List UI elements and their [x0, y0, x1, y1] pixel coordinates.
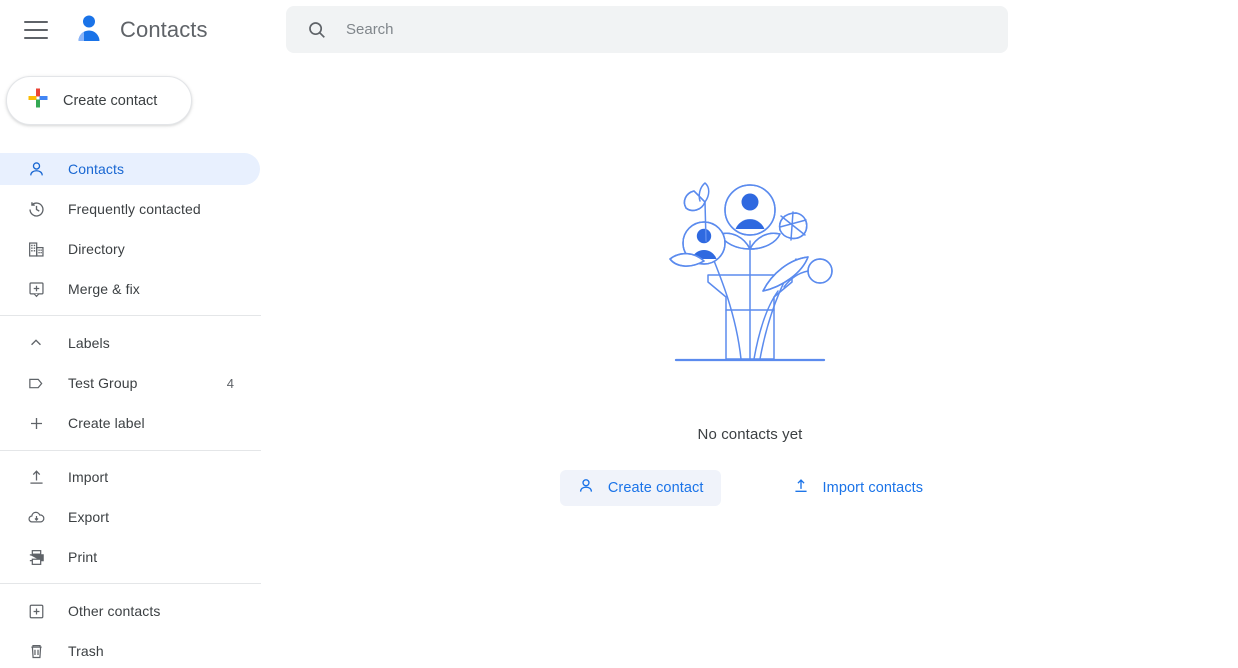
- cloud-download-icon: [26, 507, 46, 527]
- sidebar-item-label: Other contacts: [68, 603, 161, 619]
- label-tag-icon: [26, 373, 46, 393]
- sidebar-item-label: Merge & fix: [68, 281, 140, 297]
- empty-state-title: No contacts yet: [697, 425, 803, 443]
- app-header: Contacts: [0, 0, 262, 60]
- contacts-app: Contacts Create contact Contacts Frequen…: [0, 0, 1238, 668]
- create-contact-button-label: Create contact: [63, 92, 158, 109]
- search-bar[interactable]: [286, 6, 1008, 53]
- sidebar-item-label: Print: [68, 549, 98, 565]
- person-add-icon: [577, 477, 595, 498]
- create-contact-action-button[interactable]: Create contact: [559, 469, 721, 506]
- sidebar-item-label: Trash: [68, 643, 104, 659]
- brand: Contacts: [72, 11, 208, 50]
- sidebar-item-print[interactable]: Print: [0, 541, 260, 573]
- sidebar-item-frequently-contacted[interactable]: Frequently contacted: [0, 193, 260, 225]
- other-contacts-icon: [26, 601, 46, 621]
- sidebar-item-label: Import: [68, 469, 109, 485]
- sidebar-item-label: Create label: [68, 415, 145, 431]
- sidebar-item-label: Test Group: [68, 375, 138, 391]
- sidebar-item-count: 4: [226, 375, 234, 391]
- search-icon: [306, 19, 328, 41]
- sidebar-divider-3: [0, 583, 261, 584]
- sidebar-labels-header[interactable]: Labels: [0, 327, 260, 359]
- history-clock-icon: [26, 199, 46, 219]
- contacts-person-logo-icon: [72, 11, 106, 50]
- building-icon: [26, 239, 46, 259]
- empty-state: No contacts yet Create contact Import co…: [262, 0, 1238, 668]
- sidebar-item-test-group[interactable]: Test Group 4: [0, 367, 260, 399]
- sidebar-item-contacts[interactable]: Contacts: [0, 153, 260, 185]
- google-plus-icon: [27, 87, 49, 114]
- flowers-in-vase-illustration: [650, 163, 850, 378]
- sidebar-divider-2: [0, 450, 261, 451]
- trash-icon: [26, 641, 46, 661]
- sidebar-divider-1: [0, 315, 261, 316]
- sidebar-item-trash[interactable]: Trash: [0, 635, 260, 667]
- sidebar-item-merge-and-fix[interactable]: Merge & fix: [0, 273, 260, 305]
- sidebar-item-create-label[interactable]: Create label: [0, 407, 260, 439]
- search-input[interactable]: [346, 21, 966, 38]
- person-icon: [26, 159, 46, 179]
- sidebar-item-label: Directory: [68, 241, 125, 257]
- hamburger-menu-icon[interactable]: [24, 21, 48, 39]
- create-contact-button[interactable]: Create contact: [6, 76, 192, 125]
- sidebar-item-label: Contacts: [68, 161, 125, 177]
- main-content: No contacts yet Create contact: [262, 0, 1238, 668]
- sidebar-labels-header-label: Labels: [68, 335, 110, 351]
- sidebar-item-label: Export: [68, 509, 110, 525]
- import-contacts-action-label: Import contacts: [822, 479, 924, 496]
- sidebar-item-label: Frequently contacted: [68, 201, 201, 217]
- empty-state-actions: Create contact Import contacts: [559, 469, 941, 506]
- merge-fix-icon: [26, 279, 46, 299]
- sidebar: Contacts Create contact Contacts Frequen…: [0, 0, 262, 668]
- sidebar-item-other-contacts[interactable]: Other contacts: [0, 595, 260, 627]
- sidebar-item-import[interactable]: Import: [0, 461, 260, 493]
- page-title: Contacts: [120, 17, 208, 42]
- create-contact-action-label: Create contact: [607, 479, 704, 496]
- sidebar-item-export[interactable]: Export: [0, 501, 260, 533]
- upload-icon: [792, 477, 810, 498]
- printer-icon: [26, 547, 46, 567]
- chevron-up-icon: [26, 333, 46, 353]
- sidebar-item-directory[interactable]: Directory: [0, 233, 260, 265]
- upload-icon: [26, 467, 46, 487]
- plus-icon: [26, 413, 46, 433]
- import-contacts-action-button[interactable]: Import contacts: [775, 470, 941, 506]
